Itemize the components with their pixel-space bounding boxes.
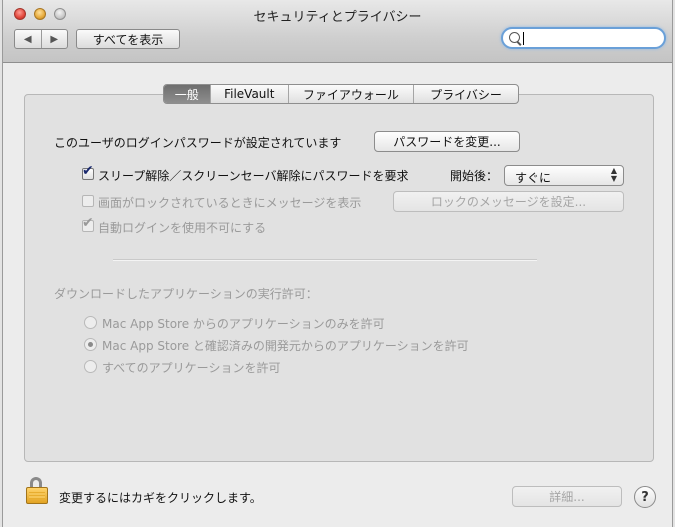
tab-privacy[interactable]: プライバシー — [414, 85, 518, 103]
section-divider — [113, 259, 537, 261]
require-password-checkbox[interactable]: ✔ — [82, 164, 94, 180]
forward-button[interactable]: ▶ — [42, 30, 68, 48]
delay-popup[interactable]: すぐに ▲ ▼ — [504, 165, 624, 186]
download-heading: ダウンロードしたアプリケーションの実行許可： — [54, 287, 318, 301]
disable-autologin-label: 自動ログインを使用不可にする — [98, 221, 267, 235]
after-label: 開始後： — [450, 169, 499, 183]
lock-text: 変更するにはカギをクリックします。 — [59, 491, 262, 505]
radio-app-store-only[interactable] — [84, 316, 97, 329]
search-field[interactable] — [501, 27, 666, 49]
radio-anywhere[interactable] — [84, 360, 97, 373]
disable-autologin-checkbox[interactable]: ✔ — [82, 216, 94, 232]
radio-selected-dot — [88, 342, 93, 347]
popup-down-arrow: ▼ — [610, 174, 617, 183]
advanced-button[interactable]: 詳細... — [512, 486, 622, 507]
lock-body — [26, 487, 48, 504]
show-all-button[interactable]: すべてを表示 — [76, 29, 180, 49]
preferences-window: セキュリティとプライバシー ◀ ▶ すべてを表示 一般 FileVault ファ… — [2, 0, 673, 527]
search-icon — [509, 32, 520, 43]
help-button[interactable]: ? — [634, 486, 656, 508]
tab-firewall[interactable]: ファイアウォール — [289, 85, 414, 103]
tab-bar: 一般 FileVault ファイアウォール プライバシー — [163, 84, 519, 104]
radio-anywhere-label: すべてのアプリケーションを許可 — [102, 361, 281, 375]
checkmark-icon: ✔ — [82, 163, 94, 179]
radio-app-store-only-label: Mac App Store からのアプリケーションのみを許可 — [102, 317, 385, 331]
back-forward-control: ◀ ▶ — [14, 29, 68, 49]
title-bar: セキュリティとプライバシー ◀ ▶ すべてを表示 — [3, 0, 672, 63]
show-message-checkbox[interactable] — [82, 195, 94, 207]
checkmark-icon: ✔ — [82, 215, 94, 231]
lock-icon[interactable] — [26, 477, 50, 505]
require-password-label: スリープ解除／スクリーンセーバ解除にパスワードを要求 — [98, 169, 409, 183]
back-button[interactable]: ◀ — [15, 30, 42, 48]
popup-arrows-icon: ▲ ▼ — [611, 167, 617, 183]
delay-popup-value: すぐに — [515, 171, 552, 185]
radio-app-store-and-identified-label: Mac App Store と確認済みの開発元からのアプリケーションを許可 — [102, 339, 469, 353]
show-message-label: 画面がロックされているときにメッセージを表示 — [98, 196, 362, 210]
set-lock-message-button[interactable]: ロックのメッセージを設定... — [393, 191, 624, 212]
tab-general[interactable]: 一般 — [164, 85, 211, 103]
password-set-text: このユーザのログインパスワードが設定されています — [54, 136, 342, 150]
tab-filevault[interactable]: FileVault — [211, 85, 289, 103]
window-title: セキュリティとプライバシー — [253, 10, 422, 25]
change-password-button[interactable]: パスワードを変更... — [374, 131, 520, 152]
radio-app-store-and-identified[interactable] — [84, 338, 97, 351]
text-caret — [523, 32, 524, 45]
